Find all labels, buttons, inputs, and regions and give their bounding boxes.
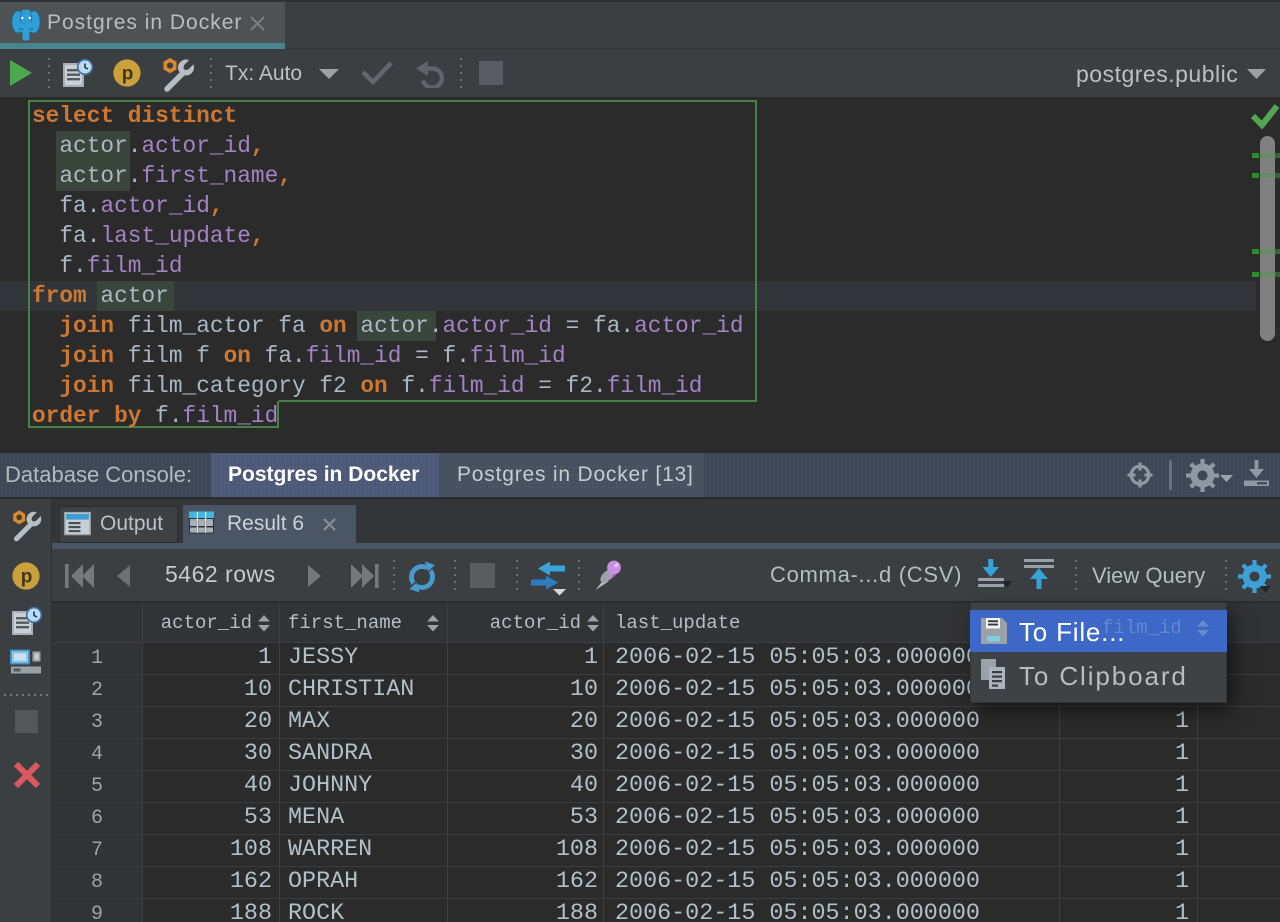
svg-text:p: p: [21, 567, 33, 588]
svg-text:p: p: [122, 64, 134, 85]
